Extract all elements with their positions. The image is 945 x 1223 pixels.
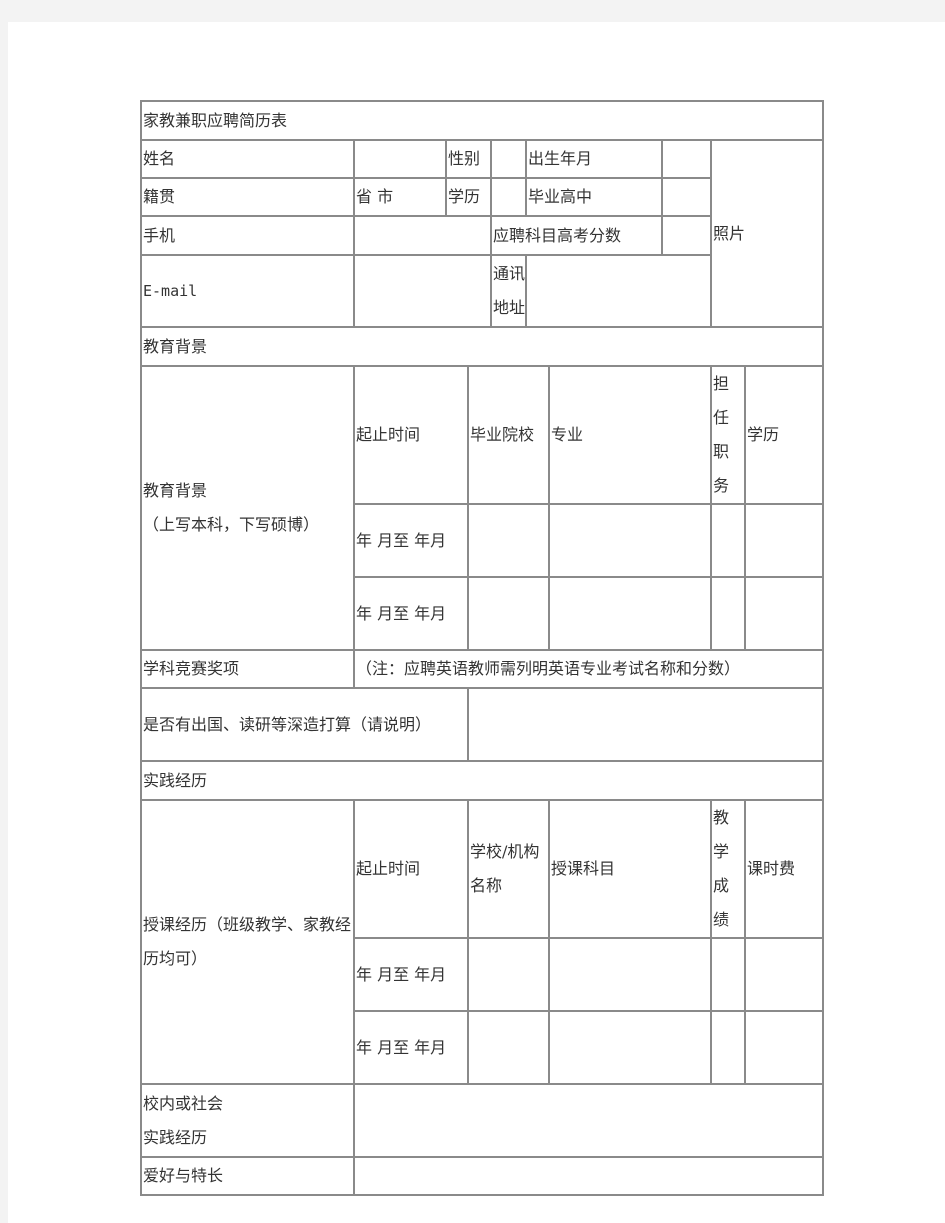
birth-field[interactable] xyxy=(661,139,712,179)
teach-period-1[interactable]: 年 月至 年月 xyxy=(353,937,469,1012)
teach-header-period: 起止时间 xyxy=(353,799,469,939)
education-label: 教育背景 xyxy=(143,481,208,500)
teach-header-institution: 学校/机构名称 xyxy=(467,799,550,939)
teach-fee-1[interactable] xyxy=(743,937,825,1012)
teach-subject-2[interactable] xyxy=(548,1010,712,1085)
social-practice-label: 校内或社会 实践经历 xyxy=(140,1083,355,1158)
edu-position-2[interactable] xyxy=(710,576,746,651)
edu-school-2[interactable] xyxy=(467,576,550,651)
teach-institution-2[interactable] xyxy=(467,1010,550,1085)
name-label: 姓名 xyxy=(140,139,355,179)
education-section-title: 教育背景 xyxy=(139,326,825,367)
edu-header-period: 起止时间 xyxy=(353,365,469,505)
teach-period-2[interactable]: 年 月至 年月 xyxy=(353,1010,469,1085)
resume-form-table: 家教兼职应聘简历表 姓名 性别 出生年月 照片 籍贯 省 市 学历 毕业高中 手… xyxy=(139,100,825,1196)
awards-field[interactable]: （注：应聘英语教师需列明英语专业考试名称和分数） xyxy=(352,649,825,689)
edu-degree-1[interactable] xyxy=(743,503,825,578)
edu-school-1[interactable] xyxy=(467,503,550,578)
teach-institution-1[interactable] xyxy=(467,937,550,1012)
education-row-label: 教育背景 （上写本科，下写硕博） xyxy=(140,365,355,651)
email-label: E-mail xyxy=(140,254,355,328)
teach-header-subject: 授课科目 xyxy=(548,799,712,939)
origin-field[interactable]: 省 市 xyxy=(353,177,447,217)
awards-label: 学科竞赛奖项 xyxy=(140,649,355,689)
hobbies-field[interactable] xyxy=(352,1156,825,1196)
teach-results-2[interactable] xyxy=(710,1010,746,1085)
address-field[interactable] xyxy=(525,254,712,328)
further-study-field[interactable] xyxy=(466,687,825,762)
edu-header-position: 担任职务 xyxy=(710,365,746,505)
edu-header-degree: 学历 xyxy=(743,365,825,505)
document-page: 家教兼职应聘简历表 姓名 性别 出生年月 照片 籍贯 省 市 学历 毕业高中 手… xyxy=(8,22,945,1223)
highschool-field[interactable] xyxy=(661,177,712,217)
social-practice-label-line2: 实践经历 xyxy=(143,1127,208,1147)
edu-header-school: 毕业院校 xyxy=(467,365,550,505)
teaching-label: 授课经历（班级教学、家教经历均可） xyxy=(140,799,355,1085)
edu-period-2[interactable]: 年 月至 年月 xyxy=(353,576,469,651)
edu-major-1[interactable] xyxy=(548,503,712,578)
social-practice-field[interactable] xyxy=(352,1083,825,1158)
address-label: 通讯地址 xyxy=(490,254,527,328)
edu-position-1[interactable] xyxy=(710,503,746,578)
birth-label: 出生年月 xyxy=(525,139,663,179)
teach-subject-1[interactable] xyxy=(548,937,712,1012)
degree-field[interactable] xyxy=(490,177,527,217)
gender-field[interactable] xyxy=(490,139,527,179)
teach-results-1[interactable] xyxy=(710,937,746,1012)
hobbies-label: 爱好与特长 xyxy=(140,1156,355,1196)
form-title: 家教兼职应聘简历表 xyxy=(139,100,825,141)
name-field[interactable] xyxy=(353,139,447,179)
edu-degree-2[interactable] xyxy=(743,576,825,651)
gaokao-score-label: 应聘科目高考分数 xyxy=(490,215,663,256)
teach-fee-2[interactable] xyxy=(743,1010,825,1085)
gender-label: 性别 xyxy=(445,139,492,179)
photo-box[interactable]: 照片 xyxy=(709,139,825,328)
degree-label: 学历 xyxy=(445,177,492,217)
edu-header-major: 专业 xyxy=(548,365,712,505)
origin-label: 籍贯 xyxy=(140,177,355,217)
edu-period-1[interactable]: 年 月至 年月 xyxy=(353,503,469,578)
social-practice-label-line1: 校内或社会 xyxy=(143,1093,224,1113)
education-note: （上写本科，下写硕博） xyxy=(143,515,320,534)
email-field[interactable] xyxy=(353,254,492,328)
further-study-label: 是否有出国、读研等深造打算（请说明） xyxy=(140,687,469,762)
teach-header-fee: 课时费 xyxy=(743,799,825,939)
gaokao-score-field[interactable] xyxy=(661,215,712,256)
practice-section-title: 实践经历 xyxy=(139,760,825,801)
highschool-label: 毕业高中 xyxy=(525,177,663,217)
edu-major-2[interactable] xyxy=(548,576,712,651)
phone-label: 手机 xyxy=(140,215,355,256)
teach-header-results: 教学成绩 xyxy=(710,799,746,939)
phone-field[interactable] xyxy=(353,215,492,256)
